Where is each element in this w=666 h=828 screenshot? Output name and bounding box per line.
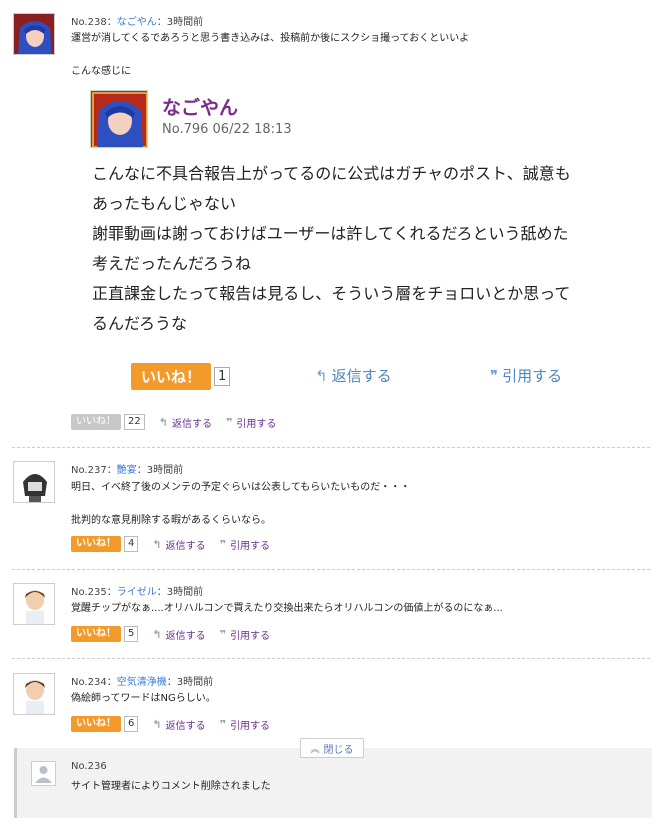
default-avatar <box>31 761 56 786</box>
quote-icon: ❞ <box>225 415 233 429</box>
comment-actions: いいね！ 5 ↰ 返信する ❞ 引用する <box>71 626 270 642</box>
deleted-message: サイト管理者によりコメント削除されました <box>71 781 271 792</box>
comment-meta: No.238：なごやん：3時間前 <box>71 17 204 28</box>
comment-text: 偽絵師ってワードはNGらしい。 <box>71 693 216 704</box>
reply-button[interactable]: ↰ 返信する <box>152 537 205 552</box>
embedded-body: こんなに不具合報告上がってるのに公式はガチャのポスト、誠意も あったもんじゃない… <box>92 164 571 333</box>
author-name[interactable]: ライゼル <box>117 587 157 598</box>
comment-number: No.235 <box>71 587 107 598</box>
comment-actions: いいね！ 6 ↰ 返信する ❞ 引用する <box>71 716 270 732</box>
divider <box>12 658 650 659</box>
reply-icon: ↰ <box>158 415 168 429</box>
reply-button[interactable]: ↰ 返信する <box>152 627 205 642</box>
embedded-like-count: 1 <box>214 367 231 386</box>
chevron-up-icon: ︽ <box>310 744 320 755</box>
close-button[interactable]: ︽ 閉じる <box>300 738 364 758</box>
author-name[interactable]: 艶宴 <box>117 465 137 476</box>
like-count: 5 <box>124 626 139 642</box>
comment-meta: No.235：ライゼル：3時間前 <box>71 587 204 598</box>
comment-actions: いいね！ 4 ↰ 返信する ❞ 引用する <box>71 536 270 552</box>
comment-number: No.236 <box>71 761 107 772</box>
comment-meta: No.237：艶宴：3時間前 <box>71 465 184 476</box>
author-name[interactable]: 空気清浄機 <box>117 677 167 688</box>
timestamp: 3時間前 <box>146 465 184 476</box>
timestamp: 3時間前 <box>166 17 204 28</box>
comment-text: 批判的な意見削除する暇があるくらいなら。 <box>71 515 271 526</box>
reply-icon: ↰ <box>152 627 162 641</box>
embedded-reply: ↰ 返信する <box>315 366 392 386</box>
embedded-avatar <box>90 90 148 148</box>
like-count: 6 <box>124 716 139 732</box>
avatar[interactable] <box>13 583 55 625</box>
comment-text: 明日、イベ終了後のメンテの予定ぐらいは公表してもらいたいものだ・・・ <box>71 482 411 493</box>
embedded-quote: ❞ 引用する <box>490 366 563 386</box>
comment-number: No.238 <box>71 17 107 28</box>
comment-number: No.237 <box>71 465 107 476</box>
quote-icon: ❞ <box>219 627 227 641</box>
embedded-like-group: いいね！ 1 <box>131 363 231 390</box>
reply-icon: ↰ <box>315 366 328 385</box>
like-count: 4 <box>124 536 139 552</box>
embedded-author-name: なごやん <box>162 97 239 119</box>
embedded-meta: No.796 06/22 18:13 <box>162 122 292 137</box>
like-count: 22 <box>124 414 145 430</box>
reply-icon: ↰ <box>152 717 162 731</box>
comment-text: こんな感じに <box>71 66 131 77</box>
quote-icon: ❞ <box>219 717 227 731</box>
comment-text: 運営が消してくるであろうと思う書き込みは、投稿前か後にスクショ撮っておくといいよ <box>71 33 470 44</box>
timestamp: 3時間前 <box>166 587 204 598</box>
avatar[interactable] <box>13 673 55 715</box>
quote-icon: ❞ <box>219 537 227 551</box>
like-button[interactable]: いいね！ <box>71 414 121 430</box>
quote-button[interactable]: ❞ 引用する <box>220 537 270 552</box>
avatar[interactable] <box>13 461 55 503</box>
avatar[interactable] <box>13 13 55 55</box>
comment-number: No.234 <box>71 677 107 688</box>
like-button[interactable]: いいね！ <box>71 626 121 642</box>
quote-button[interactable]: ❞ 引用する <box>220 627 270 642</box>
reply-icon: ↰ <box>152 537 162 551</box>
comment-meta: No.234：空気清浄機：3時間前 <box>71 677 214 688</box>
divider <box>12 447 650 448</box>
divider <box>12 569 650 570</box>
like-button[interactable]: いいね！ <box>71 716 121 732</box>
quote-icon: ❞ <box>490 366 499 385</box>
author-name[interactable]: なごやん <box>117 17 157 28</box>
embedded-like-button: いいね！ <box>131 363 212 390</box>
comment-text: 覚醒チップがなぁ....オリハルコンで買えたり交換出来たらオリハルコンの価値上が… <box>71 603 503 614</box>
like-button[interactable]: いいね！ <box>71 536 121 552</box>
quote-button[interactable]: ❞ 引用する <box>220 717 270 732</box>
reply-button[interactable]: ↰ 返信する <box>159 415 212 430</box>
reply-button[interactable]: ↰ 返信する <box>152 717 205 732</box>
timestamp: 3時間前 <box>176 677 214 688</box>
comment-actions: いいね！ 22 ↰ 返信する ❞ 引用する <box>71 414 276 430</box>
quote-button[interactable]: ❞ 引用する <box>226 415 276 430</box>
